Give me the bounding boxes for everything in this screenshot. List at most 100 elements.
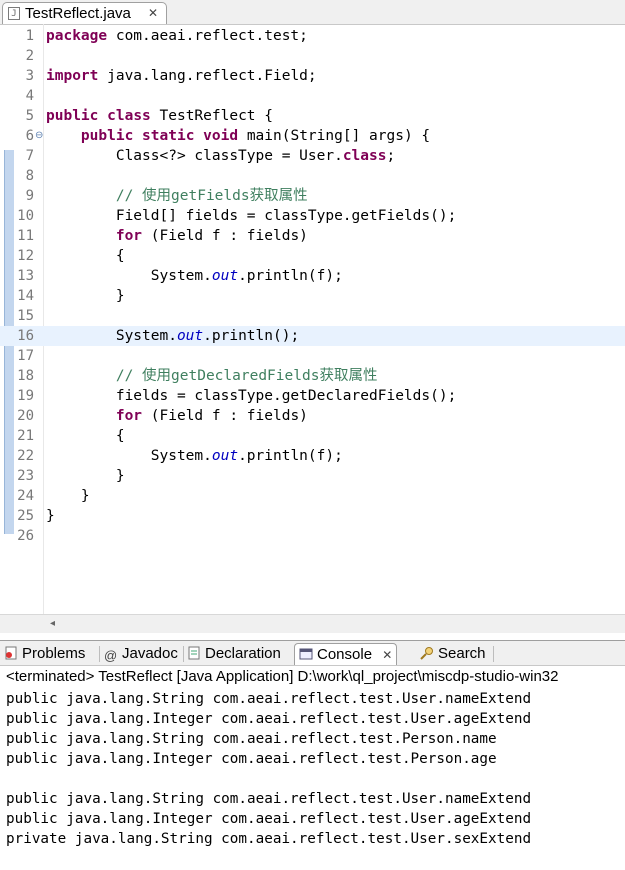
- code-line[interactable]: 9 // 使用getFields获取属性: [0, 186, 625, 206]
- tab-problems[interactable]: Problems: [4, 643, 85, 665]
- code-line[interactable]: 3 import java.lang.reflect.Field;: [0, 66, 625, 86]
- line-number: 3: [25, 68, 34, 84]
- code-line[interactable]: 15: [0, 306, 625, 326]
- console-output-line: public java.lang.String com.aeai.reflect…: [6, 791, 532, 807]
- code-text: package com.aeai.reflect.test;: [46, 28, 308, 44]
- code-text: System.out.println(f);: [46, 448, 343, 464]
- line-number: 23: [17, 468, 34, 484]
- code-line[interactable]: 23 }: [0, 466, 625, 486]
- tab-separator: [99, 646, 100, 662]
- code-line[interactable]: 18 // 使用getDeclaredFields获取属性: [0, 366, 625, 386]
- code-line[interactable]: 20 for (Field f : fields): [0, 406, 625, 426]
- code-line[interactable]: 21 {: [0, 426, 625, 446]
- line-number: 10: [17, 208, 34, 224]
- code-line[interactable]: 6 ⊖ public static void main(String[] args…: [0, 126, 625, 146]
- code-line[interactable]: 5 public class TestReflect {: [0, 106, 625, 126]
- line-number: 7: [25, 148, 34, 164]
- code-line[interactable]: 14 }: [0, 286, 625, 306]
- console-status-text: <terminated> TestReflect [Java Applicati…: [6, 668, 559, 685]
- search-icon: [420, 647, 433, 660]
- code-text: for (Field f : fields): [115, 228, 308, 244]
- code-text: System.out.println();: [46, 328, 300, 344]
- code-line[interactable]: 7 Class<?> classType = User.class;: [0, 146, 625, 166]
- tab-javadoc-label: Javadoc: [122, 645, 178, 662]
- tab-declaration-label: Declaration: [205, 645, 281, 662]
- tab-search-label: Search: [438, 645, 486, 662]
- horizontal-scrollbar[interactable]: ◂: [0, 614, 625, 633]
- code-text: }: [46, 468, 125, 484]
- code-line[interactable]: 8: [0, 166, 625, 186]
- line-number: 5: [25, 108, 34, 124]
- tab-javadoc[interactable]: @ Javadoc: [104, 643, 178, 665]
- console-output-line: public java.lang.Integer com.aeai.reflec…: [6, 711, 532, 727]
- tab-declaration[interactable]: Declaration: [187, 643, 281, 665]
- code-text: // 使用getDeclaredFields获取属性: [115, 368, 378, 384]
- view-tab-bar: Problems @ Javadoc Declaration Console ✕ …: [0, 640, 625, 666]
- fold-collapse-icon[interactable]: ⊖: [35, 126, 43, 146]
- code-line[interactable]: 2: [0, 46, 625, 66]
- line-number: 8: [25, 168, 34, 184]
- line-number: 12: [17, 248, 34, 264]
- code-text: }: [46, 288, 125, 304]
- code-line[interactable]: 1 package com.aeai.reflect.test;: [0, 26, 625, 46]
- console-output-line: private java.lang.String com.aeai.reflec…: [6, 831, 532, 847]
- console-output-line: public java.lang.Integer com.aeai.reflec…: [6, 811, 532, 827]
- java-file-icon: J: [8, 7, 20, 20]
- line-number: 25: [17, 508, 34, 524]
- line-number: 24: [17, 488, 34, 504]
- code-text: fields = classType.getDeclaredFields();: [46, 388, 457, 404]
- line-number: 17: [17, 348, 34, 364]
- editor-tab-testreflect[interactable]: J TestReflect.java ✕: [2, 2, 167, 24]
- javadoc-icon: @: [104, 648, 118, 663]
- tab-search[interactable]: Search: [420, 643, 486, 665]
- code-line[interactable]: 25}: [0, 506, 625, 526]
- tab-console-label: Console: [317, 646, 373, 663]
- code-line[interactable]: 19 fields = classType.getDeclaredFields(…: [0, 386, 625, 406]
- code-line[interactable]: 22 System.out.println(f);: [0, 446, 625, 466]
- console-icon: [299, 648, 313, 660]
- code-text: public class TestReflect {: [46, 108, 273, 124]
- editor-tab-bar: J TestReflect.java ✕: [0, 0, 625, 25]
- code-text: // 使用getFields获取属性: [115, 188, 308, 204]
- tab-console[interactable]: Console ✕: [294, 643, 398, 665]
- console-output-line: public java.lang.String com.aeai.reflect…: [6, 691, 532, 707]
- code-text-area[interactable]: 1 package com.aeai.reflect.test; 2 3 import …: [0, 24, 625, 614]
- code-text: {: [46, 248, 125, 264]
- code-text: Class<?> classType = User.class;: [46, 148, 396, 164]
- line-number: 1: [25, 28, 34, 44]
- code-line[interactable]: 17: [0, 346, 625, 366]
- line-number: 16: [17, 328, 34, 344]
- line-number: 9: [25, 188, 34, 204]
- code-line[interactable]: 10 Field[] fields = classType.getFields(…: [0, 206, 625, 226]
- code-text: }: [46, 508, 55, 524]
- code-text: {: [46, 428, 125, 444]
- line-number: 19: [17, 388, 34, 404]
- code-line[interactable]: 26: [0, 526, 625, 546]
- line-number: 14: [17, 288, 34, 304]
- tab-separator: [493, 646, 494, 662]
- console-panel: Problems @ Javadoc Declaration Console ✕ …: [0, 640, 625, 870]
- line-number: 15: [17, 308, 34, 324]
- code-line[interactable]: 12 {: [0, 246, 625, 266]
- scroll-left-icon[interactable]: ◂: [50, 615, 55, 633]
- code-line[interactable]: 4: [0, 86, 625, 106]
- line-number: 4: [25, 88, 34, 104]
- code-line[interactable]: 24 }: [0, 486, 625, 506]
- line-number: 18: [17, 368, 34, 384]
- code-text: Field[] fields = classType.getFields();: [46, 208, 457, 224]
- console-output-line: public java.lang.String com.aeai.reflect…: [6, 731, 497, 747]
- code-line[interactable]: 13 System.out.println(f);: [0, 266, 625, 286]
- line-number: 20: [17, 408, 34, 424]
- code-text: import java.lang.reflect.Field;: [46, 68, 317, 84]
- code-line[interactable]: 11 for (Field f : fields): [0, 226, 625, 246]
- editor-tab-label: TestReflect.java: [25, 5, 131, 22]
- line-number: 21: [17, 428, 34, 444]
- code-text: System.out.println(f);: [46, 268, 343, 284]
- code-line[interactable]: 16 System.out.println();: [0, 326, 625, 346]
- close-icon[interactable]: ✕: [382, 648, 392, 662]
- tab-separator: [183, 646, 184, 662]
- code-editor[interactable]: J TestReflect.java ✕ 1 package com.aeai.r…: [0, 0, 625, 638]
- problems-icon: [5, 646, 17, 660]
- declaration-icon: [188, 646, 200, 660]
- close-icon[interactable]: ✕: [148, 6, 158, 20]
